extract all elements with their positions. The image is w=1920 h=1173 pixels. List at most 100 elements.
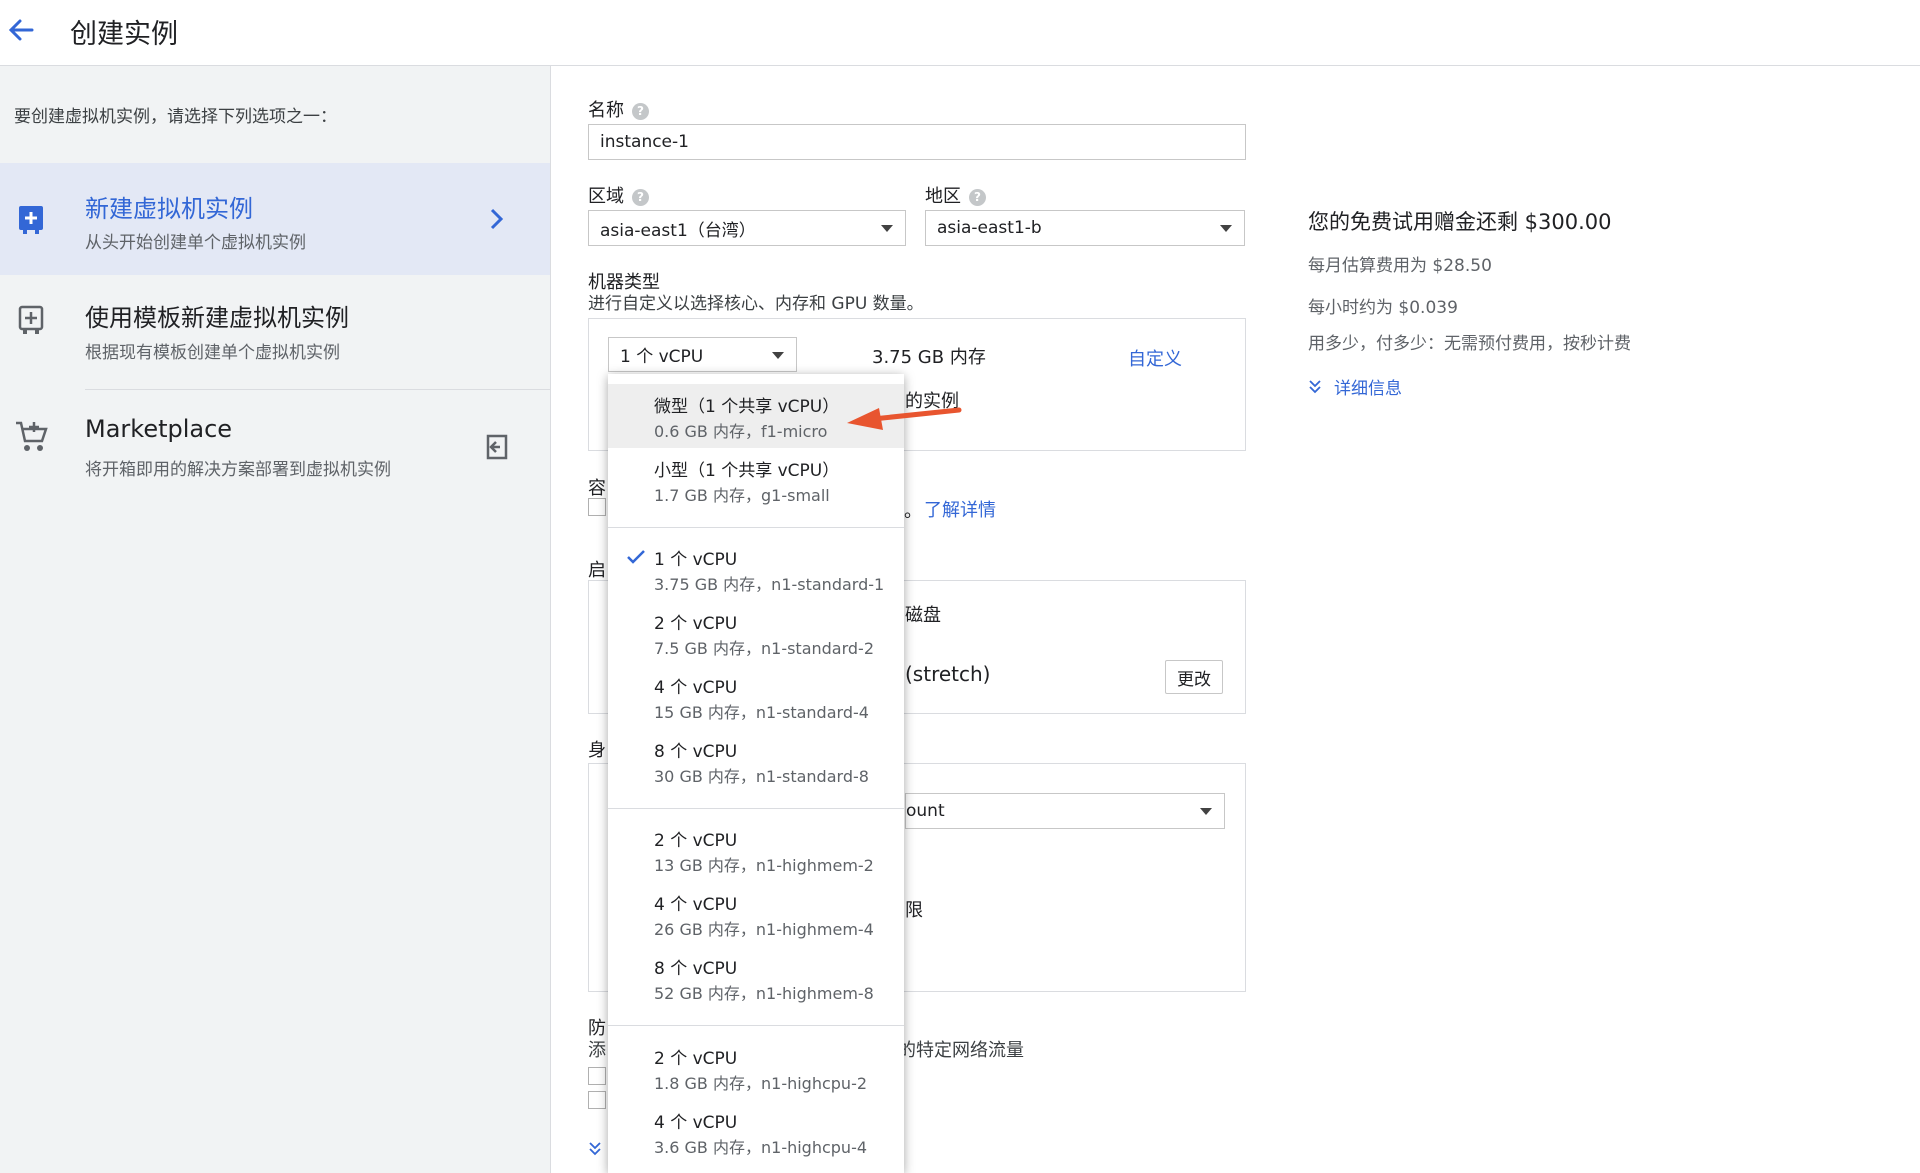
divider [85, 389, 550, 390]
firewall-hint: 添 [588, 1040, 606, 1061]
item-subtitle: 26 GB 内存，n1-highmem-4 [654, 920, 874, 939]
dropdown-item-n1-highcpu-4[interactable]: 4 个 vCPU 3.6 GB 内存，n1-highcpu-4 [608, 1100, 904, 1164]
zone-value: asia-east1-b [937, 218, 1042, 238]
item-title: 2 个 vCPU [654, 831, 738, 851]
learn-prefix: 。 [904, 501, 922, 522]
container-checkbox[interactable] [588, 498, 606, 516]
region-label: 区域? [588, 182, 649, 208]
dropdown-arrow-icon [1200, 808, 1212, 815]
details-link: 详细信息 [1334, 379, 1402, 399]
help-icon[interactable]: ? [632, 188, 649, 206]
change-button[interactable]: 更改 [1165, 660, 1223, 694]
option-subtitle: 从头开始创建单个虚拟机实例 [85, 233, 306, 253]
item-title: 1 个 vCPU [654, 550, 738, 570]
name-label: 名称? [588, 96, 649, 122]
item-title: 4 个 vCPU [654, 678, 738, 698]
item-title: 4 个 vCPU [654, 1113, 738, 1133]
item-title: 2 个 vCPU [654, 1049, 738, 1069]
dropdown-arrow-icon [1220, 225, 1232, 232]
item-subtitle: 3.6 GB 内存，n1-highcpu-4 [654, 1138, 868, 1157]
option-marketplace[interactable]: Marketplace 将开箱即用的解决方案部署到虚拟机实例 [0, 391, 550, 503]
add-instance-icon [16, 203, 48, 235]
annotation-arrow-icon [843, 400, 963, 444]
item-subtitle: 7.5 GB 内存，n1-standard-2 [654, 639, 875, 658]
item-title: 8 个 vCPU [654, 959, 738, 979]
memory-label: 3.75 GB 内存 [872, 347, 986, 368]
region-select[interactable]: asia-east1（台湾） [588, 210, 906, 246]
item-subtitle: 0.6 GB 内存，f1-micro [654, 422, 828, 441]
dropdown-item-n1-highmem-2[interactable]: 2 个 vCPU 13 GB 内存，n1-highmem-2 [608, 818, 904, 882]
details-toggle[interactable]: 详细信息 [1308, 374, 1402, 399]
customize-link[interactable]: 自定义 [1128, 345, 1182, 371]
identity-label: 身 [588, 740, 606, 761]
arrow-back-icon[interactable] [6, 14, 36, 46]
item-title: 4 个 vCPU [654, 895, 738, 915]
option-subtitle: 将开箱即用的解决方案部署到虚拟机实例 [85, 460, 391, 480]
billing-note: 用多少，付多少：无需预付费用，按秒计费 [1308, 334, 1631, 354]
option-title: 使用模板新建虚拟机实例 [85, 304, 349, 332]
os-text: (stretch) [905, 662, 991, 686]
monthly-estimate: 每月估算费用为 $28.50 [1308, 256, 1492, 276]
add-template-icon [16, 304, 48, 336]
dropdown-item-n1-standard-8[interactable]: 8 个 vCPU 30 GB 内存，n1-standard-8 [608, 729, 904, 793]
dropdown-divider [608, 527, 904, 528]
dropdown-item-n1-standard-4[interactable]: 4 个 vCPU 15 GB 内存，n1-standard-4 [608, 665, 904, 729]
item-title: 2 个 vCPU [654, 614, 738, 634]
check-icon [626, 549, 646, 565]
machine-type-dropdown: 微型（1 个共享 vCPU） 0.6 GB 内存，f1-micro 小型（1 个… [608, 374, 904, 1173]
http-checkbox[interactable] [588, 1067, 606, 1085]
option-title: 新建虚拟机实例 [85, 195, 253, 223]
option-template-instance[interactable]: 使用模板新建虚拟机实例 根据现有模板创建单个虚拟机实例 [0, 276, 550, 388]
firewall-hint-tail: 的特定网络流量 [898, 1040, 1024, 1061]
item-subtitle: 15 GB 内存，n1-standard-4 [654, 703, 869, 722]
dropdown-item-g1-small[interactable]: 小型（1 个共享 vCPU） 1.7 GB 内存，g1-small [608, 448, 904, 512]
service-account-value: ount [906, 801, 945, 821]
machine-type-select[interactable]: 1 个 vCPU [608, 337, 797, 372]
expand-more-icon [1308, 378, 1324, 396]
learn-more-link[interactable]: 了解详情 [924, 496, 996, 522]
boot-disk-label: 启 [588, 560, 606, 581]
option-title: Marketplace [85, 415, 233, 443]
region-value: asia-east1（台湾） [600, 220, 756, 241]
disk-text: 磁盘 [905, 605, 941, 626]
expand-more-icon[interactable] [588, 1141, 602, 1161]
dropdown-divider [608, 1025, 904, 1026]
dropdown-item-n1-standard-1[interactable]: 1 个 vCPU 3.75 GB 内存，n1-standard-1 [608, 537, 904, 601]
chevron-right-icon [489, 207, 505, 235]
item-subtitle: 1.8 GB 内存，n1-highcpu-2 [654, 1074, 868, 1093]
dropdown-item-n1-highmem-8[interactable]: 8 个 vCPU 52 GB 内存，n1-highmem-8 [608, 946, 904, 1010]
sidebar: 要创建虚拟机实例，请选择下列选项之一： 新建虚拟机实例 从头开始创建单个虚拟机实… [0, 66, 551, 1173]
item-title: 8 个 vCPU [654, 742, 738, 762]
dropdown-arrow-icon [881, 225, 893, 232]
option-subtitle: 根据现有模板创建单个虚拟机实例 [85, 343, 340, 363]
option-new-instance[interactable]: 新建虚拟机实例 从头开始创建单个虚拟机实例 [0, 163, 550, 275]
zone-label: 地区? [925, 182, 986, 208]
open-external-icon[interactable] [484, 433, 510, 465]
machine-type-value: 1 个 vCPU [620, 347, 704, 367]
dropdown-item-n1-standard-2[interactable]: 2 个 vCPU 7.5 GB 内存，n1-standard-2 [608, 601, 904, 665]
item-subtitle: 3.75 GB 内存，n1-standard-1 [654, 575, 885, 594]
free-trial-title: 您的免费试用赠金还剩 $300.00 [1308, 210, 1612, 234]
item-subtitle: 1.7 GB 内存，g1-small [654, 486, 830, 505]
hourly-estimate: 每小时约为 $0.039 [1308, 298, 1458, 318]
dropdown-arrow-icon [772, 351, 784, 359]
access-scope-text: 限 [905, 900, 923, 921]
machine-type-hint: 进行自定义以选择核心、内存和 GPU 数量。 [588, 294, 924, 314]
item-title: 微型（1 个共享 vCPU） [654, 397, 840, 417]
name-input[interactable]: instance-1 [588, 124, 1246, 160]
item-title: 小型（1 个共享 vCPU） [654, 461, 840, 481]
zone-select[interactable]: asia-east1-b [925, 210, 1245, 246]
item-subtitle: 13 GB 内存，n1-highmem-2 [654, 856, 874, 875]
https-checkbox[interactable] [588, 1091, 606, 1109]
dropdown-item-n1-highmem-4[interactable]: 4 个 vCPU 26 GB 内存，n1-highmem-4 [608, 882, 904, 946]
service-account-select[interactable]: ount [905, 793, 1225, 829]
sidebar-intro: 要创建虚拟机实例，请选择下列选项之一： [14, 107, 337, 127]
container-section-label: 容 [588, 478, 606, 499]
dropdown-item-n1-highcpu-2[interactable]: 2 个 vCPU 1.8 GB 内存，n1-highcpu-2 [608, 1036, 904, 1100]
item-subtitle: 52 GB 内存，n1-highmem-8 [654, 984, 874, 1003]
cart-icon [14, 419, 48, 451]
app-header: 创建实例 [0, 0, 1920, 66]
dropdown-divider [608, 808, 904, 809]
help-icon[interactable]: ? [632, 102, 649, 120]
help-icon[interactable]: ? [969, 188, 986, 206]
